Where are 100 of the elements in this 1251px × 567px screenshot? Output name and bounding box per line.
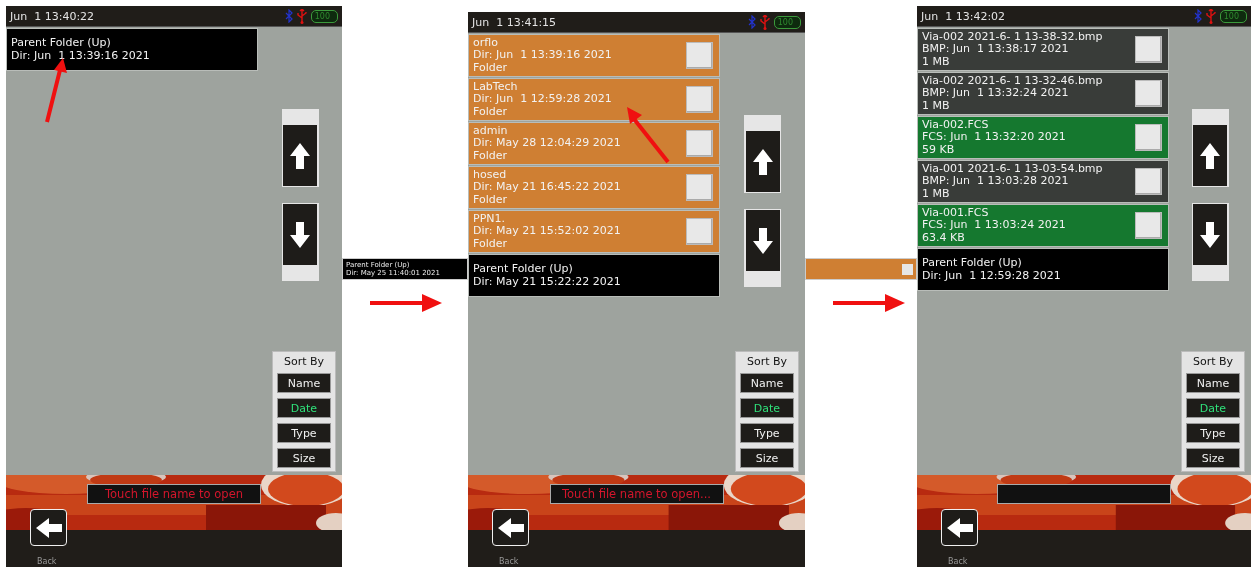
usb-icon bbox=[1205, 8, 1216, 24]
entry-name: Via-002.FCS bbox=[922, 118, 990, 132]
right-arrow bbox=[370, 294, 442, 312]
sort-button[interactable]: Size bbox=[277, 448, 331, 468]
entry-info: Folder bbox=[473, 193, 508, 207]
up-arrow-icon bbox=[752, 148, 773, 175]
entry-date: FCS: Jun 1 13:32:20 2021 bbox=[922, 131, 1067, 144]
down-arrow-icon bbox=[290, 221, 310, 248]
bluetooth-icon bbox=[284, 9, 293, 23]
file-item[interactable]: Via-001 2021-6- 1 13-03-54.bmp BMP: Jun 1 13:03:28 2021 1 MB bbox=[917, 160, 1169, 203]
sort-button[interactable]: Size bbox=[1186, 448, 1240, 468]
scroll-up-button[interactable] bbox=[1191, 109, 1229, 187]
sort-button[interactable]: Date bbox=[277, 398, 331, 418]
scroll-down-button[interactable] bbox=[1191, 203, 1229, 281]
sort-button[interactable]: Date bbox=[740, 398, 794, 418]
entry-info: Folder bbox=[473, 105, 508, 119]
entry-date: Dir: Jun 1 12:59:28 2021 bbox=[473, 93, 613, 106]
entry-name: Via-001 2021-6- 1 13-03-54.bmp bbox=[922, 162, 1104, 176]
back-arrow-icon bbox=[35, 517, 62, 538]
entry-date: Dir: May 28 12:04:29 2021 bbox=[473, 137, 622, 150]
sort-title: Sort By bbox=[283, 355, 325, 368]
sort-title: Sort By bbox=[1192, 355, 1234, 368]
entry-date: Dir: Jun 1 13:39:16 2021 bbox=[11, 49, 151, 62]
sort-button[interactable]: Type bbox=[277, 423, 331, 443]
entry-date: Dir: Jun 1 12:59:28 2021 bbox=[922, 269, 1062, 282]
entry-date: Dir: May 21 15:22:22 2021 bbox=[473, 275, 622, 288]
battery-indicator: 100 bbox=[310, 9, 338, 23]
select-checkbox[interactable] bbox=[1135, 212, 1162, 239]
down-arrow-icon bbox=[752, 227, 773, 254]
entry-date: Dir: May 21 15:52:02 2021 bbox=[473, 225, 622, 238]
select-checkbox[interactable] bbox=[1135, 80, 1162, 107]
bluetooth-icon bbox=[1193, 9, 1202, 23]
file-item[interactable]: Via-002 2021-6- 1 13-32-46.bmp BMP: Jun 1 13:32:24 2021 1 MB bbox=[917, 72, 1169, 115]
entry-date: BMP: Jun 1 13:32:24 2021 bbox=[922, 87, 1070, 100]
sort-button[interactable]: Name bbox=[277, 373, 331, 393]
clock-time: Jun 1 13:40:22 bbox=[10, 9, 96, 23]
bluetooth-icon bbox=[747, 15, 756, 29]
entry-info: Folder bbox=[473, 149, 508, 163]
entry-date: FCS: Jun 1 13:03:24 2021 bbox=[922, 219, 1067, 232]
scroll-down-button[interactable] bbox=[744, 209, 781, 287]
entry-info: 63.4 KB bbox=[922, 231, 966, 245]
entry-date: BMP: Jun 1 13:03:28 2021 bbox=[922, 175, 1070, 188]
select-checkbox[interactable] bbox=[686, 174, 713, 201]
sort-button[interactable]: Name bbox=[740, 373, 794, 393]
message-box: Touch file name to open bbox=[87, 484, 261, 504]
entry-name: LabTech bbox=[473, 80, 519, 94]
parent-folder-item[interactable]: Parent Folder (Up) Dir: Jun 1 13:39:16 2021 bbox=[6, 28, 258, 71]
select-checkbox[interactable] bbox=[686, 86, 713, 113]
entry-name: hosed bbox=[473, 168, 508, 182]
sort-button[interactable]: Date bbox=[1186, 398, 1240, 418]
select-checkbox[interactable] bbox=[686, 42, 713, 69]
scroll-up-button[interactable] bbox=[744, 115, 781, 193]
back-button[interactable] bbox=[941, 509, 978, 546]
entry-info: 1 MB bbox=[922, 187, 951, 201]
usb-icon bbox=[296, 8, 307, 24]
up-arrow-icon bbox=[1200, 142, 1220, 169]
sort-button[interactable]: Type bbox=[1186, 423, 1240, 443]
parent-folder-item[interactable]: Parent Folder (Up) Dir: Jun 1 12:59:28 2021 bbox=[917, 248, 1169, 291]
scroll-up-button[interactable] bbox=[281, 109, 319, 187]
entry-date: Dir: Jun 1 13:39:16 2021 bbox=[473, 49, 613, 62]
entry-date: Dir: May 21 16:45:22 2021 bbox=[473, 181, 622, 194]
entry-name: Via-002 2021-6- 1 13-32-46.bmp bbox=[922, 74, 1104, 88]
down-arrow-icon bbox=[1200, 221, 1220, 248]
usb-icon bbox=[759, 14, 770, 30]
up-arrow-icon bbox=[290, 142, 310, 169]
entry-name: Parent Folder (Up) bbox=[473, 263, 574, 276]
file-item[interactable]: Via-001.FCS FCS: Jun 1 13:03:24 2021 63.4 KB bbox=[917, 204, 1169, 247]
back-label: Back bbox=[948, 557, 968, 566]
right-arrow bbox=[833, 294, 905, 312]
back-arrow-icon bbox=[497, 517, 524, 538]
entry-info: Folder bbox=[473, 61, 508, 75]
entry-info: 59 KB bbox=[922, 143, 956, 157]
scroll-down-button[interactable] bbox=[281, 203, 319, 281]
select-checkbox[interactable] bbox=[1135, 36, 1162, 63]
back-button[interactable] bbox=[492, 509, 529, 546]
clock-time: Jun 1 13:41:15 bbox=[472, 15, 558, 29]
file-item[interactable]: Via-002.FCS FCS: Jun 1 13:32:20 2021 59 KB bbox=[917, 116, 1169, 159]
file-item[interactable]: Via-002 2021-6- 1 13-38-32.bmp BMP: Jun 1 13:38:17 2021 1 MB bbox=[917, 28, 1169, 71]
sort-button[interactable]: Size bbox=[740, 448, 794, 468]
parent-folder-item[interactable]: Parent Folder (Up) Dir: May 21 15:22:22 2021 bbox=[468, 254, 720, 297]
select-checkbox[interactable] bbox=[1135, 124, 1162, 151]
sort-button[interactable]: Type bbox=[740, 423, 794, 443]
select-checkbox[interactable] bbox=[686, 218, 713, 245]
back-button[interactable] bbox=[30, 509, 67, 546]
entry-name: PPN1. bbox=[473, 212, 506, 226]
clock-time: Jun 1 13:42:02 bbox=[921, 9, 1007, 23]
entry-name: Via-002 2021-6- 1 13-38-32.bmp bbox=[922, 30, 1104, 44]
entry-info: 1 MB bbox=[922, 99, 951, 113]
back-arrow-icon bbox=[946, 517, 973, 538]
battery-indicator: 100 bbox=[773, 15, 801, 29]
battery-indicator: 100 bbox=[1219, 9, 1247, 23]
entry-info: 1 MB bbox=[922, 55, 951, 69]
entry-name: Parent Folder (Up) bbox=[11, 37, 112, 50]
select-checkbox[interactable] bbox=[1135, 168, 1162, 195]
entry-name: Via-001.FCS bbox=[922, 206, 990, 220]
entry-info: Folder bbox=[473, 237, 508, 251]
entry-date: BMP: Jun 1 13:38:17 2021 bbox=[922, 43, 1070, 56]
sort-button[interactable]: Name bbox=[1186, 373, 1240, 393]
entry-name: Parent Folder (Up) bbox=[922, 257, 1023, 270]
select-checkbox[interactable] bbox=[686, 130, 713, 157]
